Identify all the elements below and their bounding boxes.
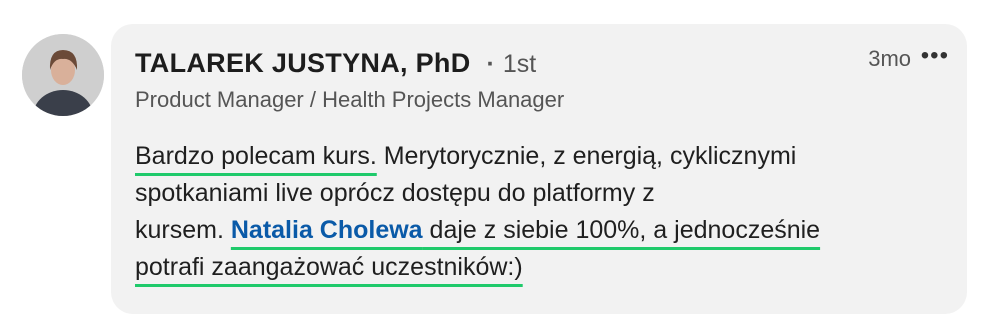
author-row: TALAREK JUSTYNA, PhD · 1st: [135, 48, 536, 79]
comment-text: spotkaniami live oprócz dostępu do platf…: [135, 179, 655, 207]
connection-degree: · 1st: [486, 50, 537, 78]
comment-card: TALAREK JUSTYNA, PhD · 1st Product Manage…: [111, 24, 967, 314]
highlighted-text: Bardzo polecam kurs.: [135, 142, 377, 170]
comment-body: Bardzo polecam kurs. Merytorycznie, z en…: [135, 138, 935, 286]
mention-link[interactable]: Natalia Cholewa: [231, 216, 423, 244]
divider: [0, 0, 1000, 8]
timestamp: 3mo: [868, 46, 911, 71]
comment-text: kursem.: [135, 216, 231, 244]
highlighted-text: daje z siebie 100%, a jednocześnie: [422, 216, 821, 244]
connection-degree-label: 1st: [502, 50, 537, 78]
author-name[interactable]: TALAREK JUSTYNA, PhD: [135, 48, 471, 79]
highlighted-text: potrafi zaangażować uczestników:): [135, 253, 523, 281]
person-icon: [22, 34, 104, 116]
avatar[interactable]: [22, 34, 104, 116]
author-headline: Product Manager / Health Projects Manage…: [135, 87, 565, 112]
more-options-icon[interactable]: •••: [921, 42, 949, 70]
comment-text: Merytorycznie, z energią, cyklicznymi: [376, 142, 797, 170]
